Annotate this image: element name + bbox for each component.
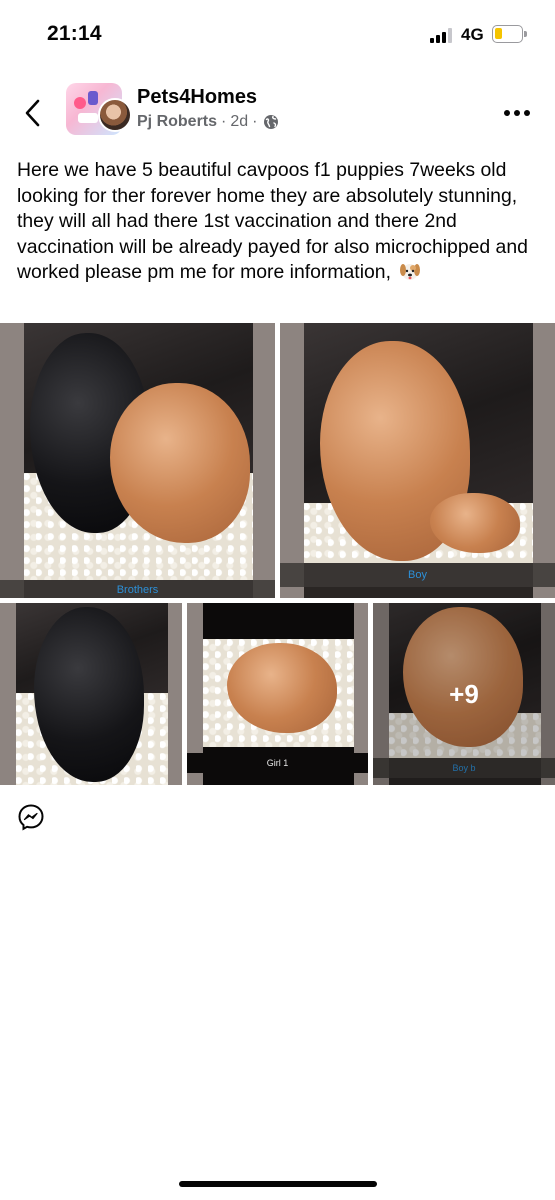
status-bar: 21:14 4G — [0, 0, 555, 70]
author-name[interactable]: Pj Roberts — [137, 113, 217, 131]
post-meta: Pj Roberts · 2d · — [137, 113, 279, 131]
more-options-button[interactable] — [504, 108, 534, 118]
globe-icon — [264, 115, 279, 129]
dog-face-icon — [399, 260, 421, 282]
more-photos-count[interactable]: +9 — [373, 603, 555, 785]
post-body: Here we have 5 beautiful cavpoos f1 pupp… — [17, 159, 528, 283]
post-header: Pets4Homes Pj Roberts · 2d · — [0, 78, 555, 142]
home-indicator — [179, 1181, 377, 1187]
meta-separator: · — [221, 113, 227, 130]
photo-caption: Girl 1 — [187, 753, 368, 773]
photo-caption: Brothers — [0, 580, 275, 598]
post-photo-boy[interactable]: Boy — [280, 323, 555, 598]
post-photo-black-puppy[interactable] — [0, 603, 182, 785]
meta-separator: · — [252, 113, 258, 130]
post-photo-more[interactable]: Boy b +9 — [373, 603, 555, 785]
photo-caption: Boy — [280, 563, 555, 587]
battery-icon — [492, 25, 527, 43]
status-time: 21:14 — [47, 22, 102, 45]
post-time[interactable]: 2d — [230, 113, 248, 131]
cellular-signal-icon — [430, 27, 456, 43]
post-photo-brothers[interactable]: Brothers — [0, 323, 275, 598]
post-photo-girl-1[interactable]: Girl 1 — [187, 603, 368, 785]
messenger-icon — [18, 804, 44, 831]
post-text: Here we have 5 beautiful cavpoos f1 pupp… — [17, 158, 542, 286]
group-name[interactable]: Pets4Homes — [137, 86, 257, 109]
network-type: 4G — [461, 25, 484, 44]
messenger-button[interactable] — [17, 803, 45, 831]
chevron-left-icon — [25, 99, 40, 127]
back-button[interactable] — [22, 98, 46, 128]
author-avatar[interactable] — [98, 98, 132, 132]
